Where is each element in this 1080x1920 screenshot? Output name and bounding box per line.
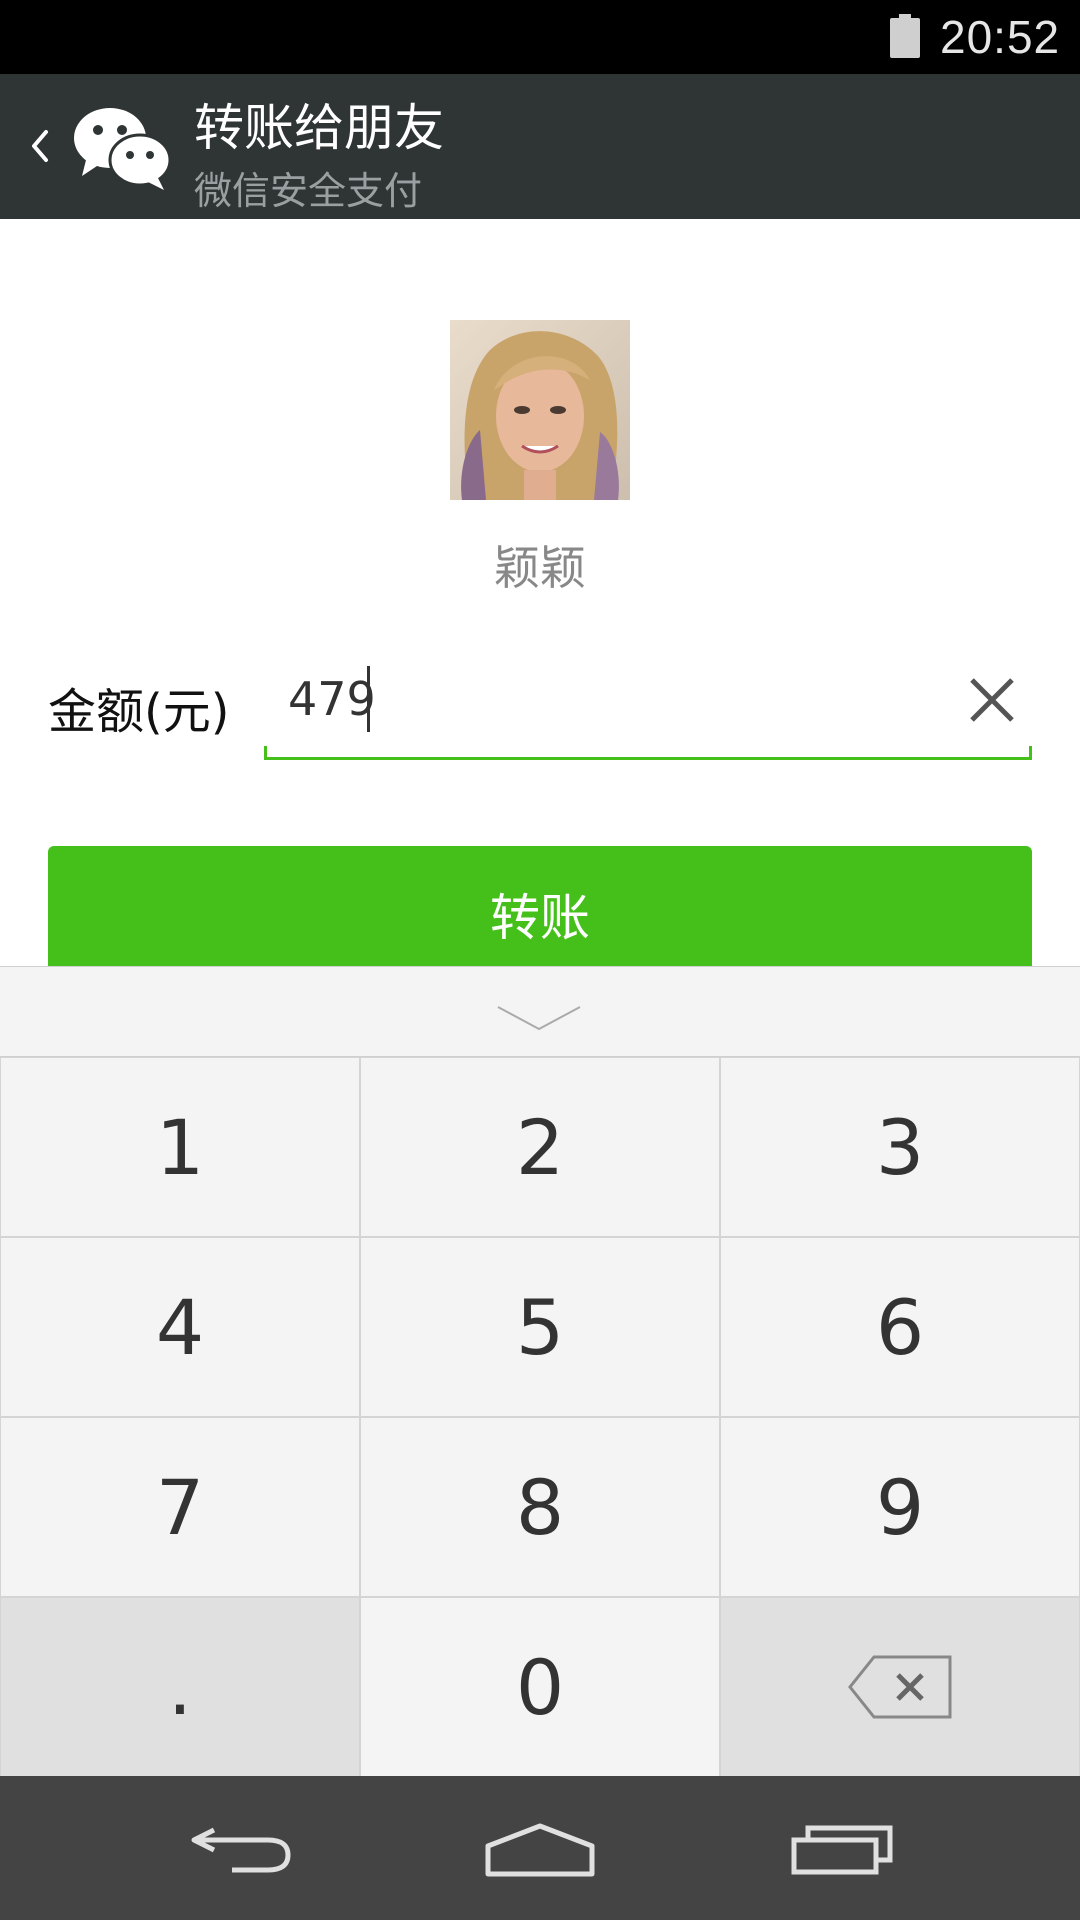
backspace-icon — [848, 1655, 952, 1719]
nav-recents-icon[interactable] — [790, 1824, 894, 1876]
input-underline — [264, 746, 1032, 760]
action-bar: 转账给朋友 微信安全支付 — [0, 74, 1080, 219]
key-5[interactable]: 5 — [361, 1238, 719, 1416]
status-bar: 20:52 — [0, 0, 1080, 74]
key-label: 7 — [155, 1462, 205, 1552]
key-label: 2 — [515, 1102, 565, 1192]
key-label: 6 — [875, 1282, 925, 1372]
key-6[interactable]: 6 — [721, 1238, 1079, 1416]
key-8[interactable]: 8 — [361, 1418, 719, 1596]
amount-value[interactable]: 479 — [288, 672, 376, 726]
close-icon[interactable] — [964, 672, 1020, 728]
page-title: 转账给朋友 — [194, 99, 444, 157]
transfer-button-label: 转账 — [490, 889, 590, 947]
key-label: 5 — [515, 1282, 565, 1372]
key-label: 0 — [515, 1642, 565, 1732]
key-0[interactable]: 0 — [361, 1598, 719, 1776]
amount-input[interactable]: 479 — [264, 650, 1032, 760]
key-label: 8 — [515, 1462, 565, 1552]
recipient-name: 颖颖 — [494, 541, 586, 595]
key-2[interactable]: 2 — [361, 1058, 719, 1236]
key-3[interactable]: 3 — [721, 1058, 1079, 1236]
delete-key[interactable] — [721, 1598, 1079, 1776]
chevron-left-icon[interactable] — [26, 120, 56, 172]
numeric-keyboard: 1 2 3 4 5 6 7 8 9 . 0 — [0, 966, 1080, 1776]
battery-full-icon — [890, 14, 920, 58]
nav-back-icon[interactable] — [188, 1824, 292, 1874]
page-subtitle: 微信安全支付 — [194, 169, 423, 213]
key-9[interactable]: 9 — [721, 1418, 1079, 1596]
chevron-down-icon[interactable] — [496, 1003, 582, 1033]
key-1[interactable]: 1 — [1, 1058, 359, 1236]
key-label: 4 — [155, 1282, 205, 1372]
key-label: 9 — [875, 1462, 925, 1552]
system-nav-bar — [0, 1776, 1080, 1920]
key-decimal[interactable]: . — [1, 1598, 359, 1776]
avatar — [450, 320, 630, 500]
amount-label: 金额(元) — [48, 684, 230, 740]
keyboard-header[interactable] — [0, 966, 1080, 1057]
key-label: 3 — [875, 1102, 925, 1192]
key-7[interactable]: 7 — [1, 1418, 359, 1596]
status-time: 20:52 — [940, 11, 1061, 63]
text-caret — [367, 666, 370, 732]
wechat-logo-icon — [74, 108, 172, 190]
key-label: . — [167, 1642, 193, 1732]
key-4[interactable]: 4 — [1, 1238, 359, 1416]
key-label: 1 — [155, 1102, 205, 1192]
transfer-button[interactable]: 转账 — [48, 846, 1032, 966]
nav-home-icon[interactable] — [484, 1822, 596, 1878]
